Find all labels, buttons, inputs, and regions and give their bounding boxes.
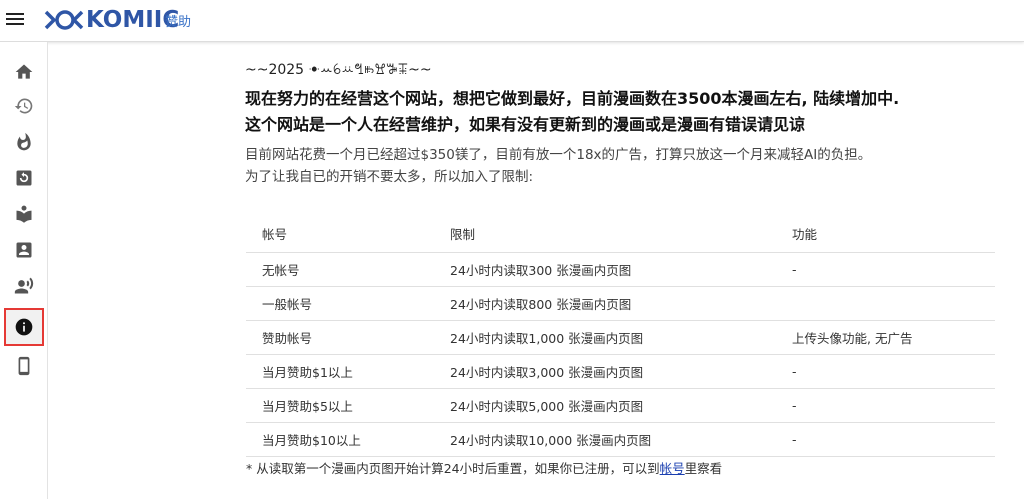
table-cell: 24小时内读取5,000 张漫画内页图: [436, 388, 776, 423]
table-row: 当月赞助$1以上 24小时内读取3,000 张漫画内页图 -: [246, 354, 995, 389]
record-voice-icon: [14, 277, 34, 294]
table-cell: 一般帐号: [246, 286, 436, 321]
note-suffix: 里察看: [684, 461, 723, 476]
table-cell: 24小时内读取3,000 张漫画内页图: [436, 354, 776, 389]
headline-line-1: 现在努力的在经营这个网站，想把它做到最好，目前漫画数在3500本漫画左右, 陆续…: [245, 89, 900, 108]
headline-line-2: 这个网站是一个人在经营维护，如果有没有更新到的漫画或是漫画有错误请见谅: [245, 115, 806, 134]
home-icon: [15, 64, 33, 79]
table-row: 无帐号 24小时内读取300 张漫画内页图 -: [246, 252, 995, 287]
refresh-icon: [16, 170, 32, 186]
table-cell: 24小时内读取800 张漫画内页图: [436, 286, 776, 321]
top-app-bar: KOMIIC 赞助: [0, 0, 1024, 42]
about-content: ~~2025 ꔹꕀꕃꕁꔡꖳꖏꕅꔯ~~ 现在努力的在经营这个网站，想把它做到最好，…: [245, 62, 1005, 188]
table-cell: -: [776, 354, 995, 389]
site-logo[interactable]: KOMIIC: [44, 6, 179, 34]
table-cell: 上传头像功能, 无广告: [776, 320, 995, 355]
table-cell: 24小时内读取10,000 张漫画内页图: [436, 422, 776, 457]
reset-note: * 从读取第一个漫画内页图开始计算24小时后重置，如果你已注册，可以到帐号里察看: [246, 458, 722, 477]
table-cell: 赞助帐号: [246, 320, 436, 355]
account-box-icon: [16, 242, 32, 258]
table-row: 一般帐号 24小时内读取800 张漫画内页图: [246, 286, 995, 321]
sidebar: [0, 42, 48, 499]
logo-mark-icon: [44, 10, 84, 30]
table-cell: -: [776, 388, 995, 423]
sidebar-item-updates[interactable]: [6, 162, 42, 194]
sidebar-item-history[interactable]: [6, 90, 42, 122]
phone-icon: [18, 356, 30, 376]
table-header-row: 帐号 限制 功能: [246, 216, 995, 253]
sidebar-item-hot[interactable]: [6, 126, 42, 158]
cost-paragraph: 目前网站花费一个月已经超过$350镁了，目前有放一个18x的广告，打算只放这一个…: [245, 144, 1005, 188]
column-header-limit: 限制: [436, 216, 776, 253]
menu-icon[interactable]: [6, 10, 24, 26]
table-cell: 24小时内读取1,000 张漫画内页图: [436, 320, 776, 355]
limits-table: 帐号 限制 功能 无帐号 24小时内读取300 张漫画内页图 - 一般帐号 24…: [246, 216, 995, 457]
sponsor-link[interactable]: 赞助: [165, 11, 191, 30]
note-prefix: * 从读取第一个漫画内页图开始计算24小时后重置，如果你已注册，可以到: [246, 461, 660, 476]
cost-paragraph-line-2: 为了让我自已的开销不要太多，所以加入了限制:: [245, 169, 534, 185]
table-cell: 当月赞助$10以上: [246, 422, 436, 457]
table-row: 赞助帐号 24小时内读取1,000 张漫画内页图 上传头像功能, 无广告: [246, 320, 995, 355]
year-line: ~~2025 ꔹꕀꕃꕁꔡꖳꖏꕅꔯ~~: [245, 62, 432, 78]
book-icon: [16, 205, 32, 223]
column-header-account: 帐号: [246, 216, 436, 253]
account-link[interactable]: 帐号: [660, 461, 685, 476]
sidebar-item-community[interactable]: [6, 270, 42, 302]
table-cell: -: [776, 422, 995, 457]
table-cell: 无帐号: [246, 252, 436, 287]
table-row: 当月赞助$10以上 24小时内读取10,000 张漫画内页图 -: [246, 422, 995, 457]
sidebar-item-home[interactable]: [6, 56, 42, 88]
table-cell: 当月赞助$5以上: [246, 388, 436, 423]
table-cell: 24小时内读取300 张漫画内页图: [436, 252, 776, 287]
info-icon: [15, 318, 33, 336]
sidebar-item-app[interactable]: [6, 350, 42, 382]
table-cell: [776, 286, 995, 321]
sidebar-item-library[interactable]: [6, 198, 42, 230]
cost-paragraph-line-1: 目前网站花费一个月已经超过$350镁了，目前有放一个18x的广告，打算只放这一个…: [245, 147, 872, 163]
fire-icon: [17, 132, 31, 151]
sidebar-item-about[interactable]: [4, 308, 44, 346]
table-cell: 当月赞助$1以上: [246, 354, 436, 389]
sidebar-item-account[interactable]: [6, 234, 42, 266]
column-header-features: 功能: [776, 216, 995, 253]
history-icon: [14, 98, 33, 114]
table-cell: -: [776, 252, 995, 287]
table-row: 当月赞助$5以上 24小时内读取5,000 张漫画内页图 -: [246, 388, 995, 423]
